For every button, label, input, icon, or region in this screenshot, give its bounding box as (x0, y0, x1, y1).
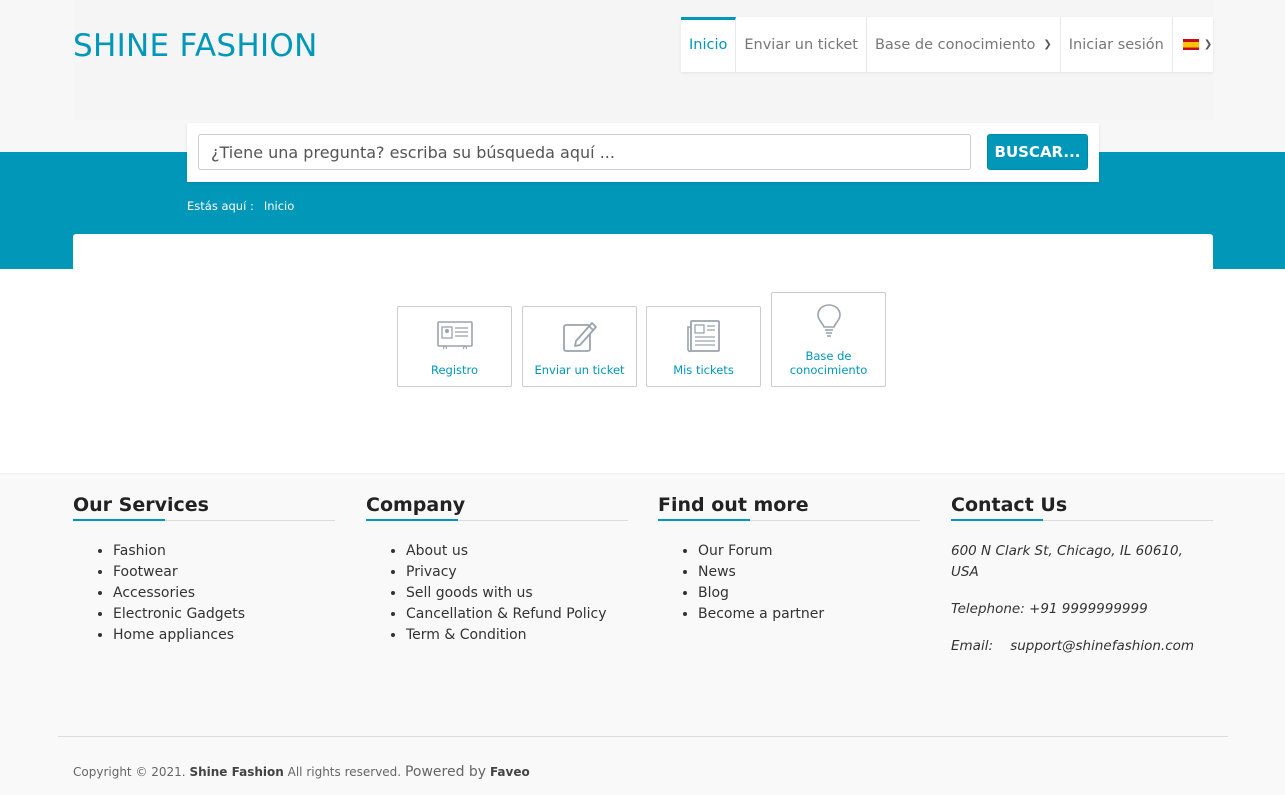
edit-icon (523, 319, 636, 355)
copyright-prefix: Copyright © 2021. (73, 765, 186, 779)
copyright-company-link[interactable]: Shine Fashion (189, 765, 283, 779)
nav-login-label: Iniciar sesión (1068, 36, 1164, 53)
footer-contact-title: Contact Us (951, 494, 1068, 516)
copyright: Copyright © 2021. Shine Fashion All righ… (73, 764, 530, 780)
footer: Our Services Fashion Footwear Accessorie… (0, 473, 1285, 795)
footer-link[interactable]: Footwear (113, 562, 335, 583)
footer-company: Company About us Privacy Sell goods with… (366, 494, 628, 646)
nav-knowledge-base-label: Base de conocimiento (874, 36, 1036, 53)
contact-address: 600 N Clark St, Chicago, IL 60610, USA (951, 543, 1183, 580)
nav-knowledge-base[interactable]: Base de conocimiento ❯ (867, 17, 1061, 72)
footer-find-heading: Find out more (658, 494, 920, 521)
footer-company-title: Company (366, 494, 466, 516)
tile-register[interactable]: Registro (397, 306, 512, 387)
footer-find-title: Find out more (658, 494, 809, 516)
tile-knowledge-base[interactable]: Base de conocimiento (771, 292, 886, 387)
footer-link[interactable]: Cancellation & Refund Policy (406, 604, 628, 625)
footer-link[interactable]: Sell goods with us (406, 583, 628, 604)
footer-contact-heading: Contact Us (951, 494, 1213, 521)
chevron-down-icon: ❯ (1203, 39, 1213, 50)
footer-link[interactable]: Fashion (113, 541, 335, 562)
nav-submit-ticket[interactable]: Enviar un ticket (736, 17, 867, 72)
heading-underline (658, 519, 750, 521)
search-bar: BUSCAR... (187, 123, 1099, 182)
breadcrumb-prefix: Estás aquí : (187, 199, 254, 213)
footer-find-out-more: Find out more Our Forum News Blog Become… (658, 494, 920, 625)
footer-divider (58, 736, 1228, 737)
tile-register-label: Registro (430, 363, 479, 377)
footer-company-heading: Company (366, 494, 628, 521)
footer-contact: Contact Us 600 N Clark St, Chicago, IL 6… (951, 494, 1213, 657)
search-button[interactable]: BUSCAR... (987, 134, 1088, 170)
powered-by-label: Powered by (404, 764, 487, 780)
footer-link[interactable]: About us (406, 541, 628, 562)
nav-home-label: Inicio (689, 36, 728, 53)
contact-phone: Telephone: +91 9999999999 (951, 601, 1148, 617)
footer-link[interactable]: Our Forum (698, 541, 920, 562)
footer-services: Our Services Fashion Footwear Accessorie… (73, 494, 335, 646)
tile-my-tickets[interactable]: Mis tickets (646, 306, 761, 387)
id-card-icon (398, 319, 511, 355)
copyright-rights: All rights reserved. (287, 765, 402, 779)
footer-link[interactable]: News (698, 562, 920, 583)
footer-find-list: Our Forum News Blog Become a partner (658, 541, 920, 625)
heading-underline (366, 519, 458, 521)
powered-by-link[interactable]: Faveo (490, 765, 530, 779)
footer-link[interactable]: Home appliances (113, 625, 335, 646)
contact-email-label: Email: (951, 638, 994, 654)
footer-link[interactable]: Accessories (113, 583, 335, 604)
contact-email: Email: support@shinefashion.com (951, 636, 1213, 657)
chevron-down-icon: ❯ (1043, 39, 1052, 50)
footer-company-list: About us Privacy Sell goods with us Canc… (366, 541, 628, 646)
tile-my-tickets-label: Mis tickets (673, 363, 734, 377)
tile-knowledge-base-label: Base de conocimiento (772, 349, 885, 377)
heading-underline (951, 519, 1043, 521)
main-content: Registro Enviar un ticket Mis tickets Ba… (0, 269, 1285, 474)
language-selector[interactable]: ❯ (1173, 17, 1222, 72)
tile-knowledge-base-label-line1: Base de (805, 349, 852, 363)
newspaper-icon (647, 319, 760, 355)
footer-link[interactable]: Electronic Gadgets (113, 604, 335, 625)
nav-home[interactable]: Inicio (681, 17, 737, 72)
tile-knowledge-base-label-line2: conocimiento (789, 363, 868, 377)
tile-submit-ticket[interactable]: Enviar un ticket (522, 306, 637, 387)
footer-services-heading: Our Services (73, 494, 335, 521)
main-nav: Inicio Enviar un ticket Base de conocimi… (681, 17, 1213, 72)
footer-link[interactable]: Become a partner (698, 604, 920, 625)
nav-login[interactable]: Iniciar sesión (1061, 17, 1173, 72)
breadcrumb-home-link[interactable]: Inicio (264, 199, 294, 213)
site-logo[interactable]: SHINE FASHION (73, 28, 318, 64)
contact-email-link[interactable]: support@shinefashion.com (1010, 638, 1194, 654)
footer-link[interactable]: Term & Condition (406, 625, 628, 646)
heading-underline (73, 519, 165, 521)
footer-link[interactable]: Blog (698, 583, 920, 604)
lightbulb-icon (772, 303, 885, 339)
content-panel-top (73, 234, 1213, 274)
tile-submit-ticket-label: Enviar un ticket (534, 363, 625, 377)
footer-services-title: Our Services (73, 494, 209, 516)
spain-flag-icon (1182, 39, 1199, 50)
search-input[interactable] (198, 134, 971, 170)
footer-services-list: Fashion Footwear Accessories Electronic … (73, 541, 335, 646)
footer-link[interactable]: Privacy (406, 562, 628, 583)
nav-submit-ticket-label: Enviar un ticket (744, 36, 858, 53)
breadcrumb: Estás aquí : Inicio (187, 199, 294, 213)
